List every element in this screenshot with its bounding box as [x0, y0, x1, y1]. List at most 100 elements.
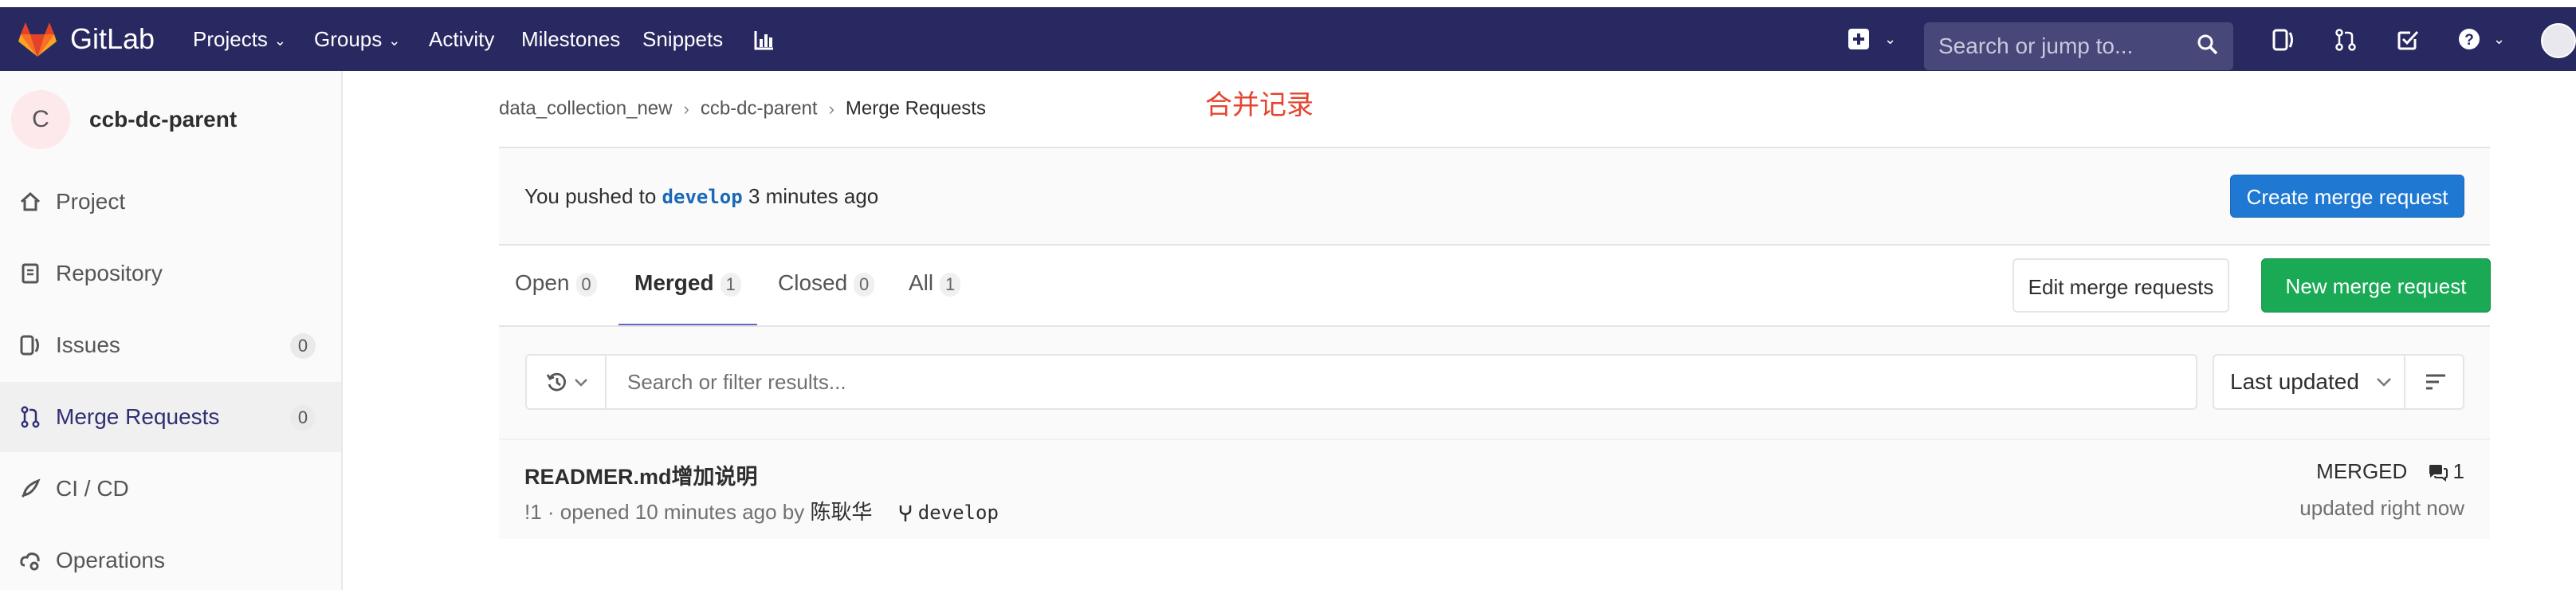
count-badge: 0 [290, 405, 316, 431]
gitlab-logo-icon[interactable] [18, 22, 57, 57]
filtered-search [525, 354, 2197, 410]
sidebar-item-label: Operations [56, 548, 165, 572]
merge-request-title[interactable]: READMER.md增加说明 [524, 459, 758, 490]
push-notice: You pushed to develop 3 minutes ago [499, 148, 2490, 244]
user-avatar[interactable] [2541, 23, 2576, 58]
sidebar-item-project[interactable]: Project [0, 167, 341, 237]
merge-request-status: MERGED 1 [2316, 459, 2464, 484]
issues-icon[interactable] [2272, 28, 2295, 52]
sidebar-item-label: CI / CD [56, 476, 129, 501]
tab-all[interactable]: All 1 [909, 247, 961, 327]
chevron-down-icon: ⌄ [388, 33, 401, 49]
sidebar-item-merge-requests[interactable]: Merge Requests 0 [0, 382, 341, 452]
tab-open[interactable]: Open 0 [515, 247, 597, 327]
push-prefix: You pushed to [524, 184, 657, 208]
global-search[interactable] [1924, 22, 2233, 70]
count-badge: 0 [290, 333, 316, 359]
top-navbar: GitLab Projects ⌄ Groups ⌄ Activity Milest… [0, 7, 2576, 71]
history-icon [546, 372, 566, 391]
nav-projects[interactable]: Projects ⌄ [193, 7, 286, 71]
count-badge: 1 [720, 272, 741, 297]
cloud-gear-icon [20, 553, 40, 571]
chevron-down-icon: ⌄ [273, 33, 287, 49]
nav-milestones[interactable]: Milestones [521, 7, 620, 71]
rocket-icon [21, 478, 41, 498]
filter-search-input[interactable] [608, 356, 2186, 408]
global-search-input[interactable] [1924, 22, 2187, 70]
sidebar-item-label: Project [56, 189, 126, 214]
help-icon: ? [2459, 29, 2480, 49]
sidebar-item-operations[interactable]: Operations [0, 525, 341, 590]
new-merge-request-button[interactable]: New merge request [2261, 258, 2491, 313]
book-icon [22, 263, 39, 284]
divider [499, 244, 2490, 246]
nav-projects-label: Projects [193, 27, 268, 51]
sort-lines-icon [2426, 374, 2445, 390]
tab-label: Closed [778, 270, 848, 295]
todo-check-icon[interactable] [2396, 28, 2420, 52]
nav-snippets[interactable]: Snippets [642, 7, 723, 71]
tab-label: Open [515, 270, 570, 295]
issues-icon [20, 335, 39, 356]
brand-name[interactable]: GitLab [70, 7, 155, 71]
comment-count[interactable]: 1 [2453, 459, 2464, 483]
sort-label: Last updated [2230, 369, 2359, 394]
project-avatar: C [11, 90, 70, 149]
comments-icon [2429, 465, 2448, 482]
merge-request-opened: · opened 10 minutes ago by [547, 500, 805, 524]
red-annotation: 合并记录 [1205, 90, 1314, 120]
breadcrumb-current[interactable]: Merge Requests [846, 98, 986, 120]
chevron-right-icon: › [828, 98, 834, 119]
merge-request-icon[interactable] [2334, 28, 2358, 52]
tab-label: All [909, 270, 934, 295]
sidebar-item-repository[interactable]: Repository [0, 238, 341, 309]
merge-request-icon [21, 406, 40, 428]
top-margin [0, 0, 2576, 7]
merge-request-branch[interactable]: develop [918, 502, 999, 524]
chevron-down-icon: ⌄ [1884, 31, 1897, 47]
push-time: 3 minutes ago [748, 184, 879, 208]
status-badge: MERGED [2316, 459, 2408, 483]
branch-fork-icon [899, 505, 911, 522]
count-badge: 0 [854, 272, 875, 297]
edit-merge-requests-button[interactable]: Edit merge requests [2012, 258, 2229, 313]
sidebar-item-issues[interactable]: Issues 0 [0, 310, 341, 380]
plus-square-icon [1848, 29, 1869, 49]
nav-groups[interactable]: Groups ⌄ [314, 7, 400, 71]
sidebar-item-label: Repository [56, 261, 163, 285]
breadcrumb-group[interactable]: data_collection_new [499, 98, 673, 120]
recent-searches-button[interactable] [527, 356, 607, 408]
merge-request-item[interactable]: READMER.md增加说明 !1 · opened 10 minutes ag… [499, 439, 2490, 539]
svg-text:?: ? [2464, 32, 2474, 49]
sidebar-item-label: Merge Requests [56, 404, 220, 429]
nav-activity[interactable]: Activity [429, 7, 494, 71]
sort-direction-button[interactable] [2404, 354, 2464, 410]
create-merge-request-button[interactable]: Create merge request [2230, 175, 2464, 218]
merge-request-ref[interactable]: !1 [524, 500, 542, 524]
chevron-down-icon [575, 379, 587, 387]
merge-request-author[interactable]: 陈耿华 [811, 500, 873, 524]
project-sidebar: C ccb-dc-parent Project Repository Issue… [0, 71, 343, 590]
sidebar-item-label: Issues [56, 332, 120, 357]
chevron-right-icon: › [683, 98, 689, 119]
push-branch[interactable]: develop [662, 186, 743, 208]
home-icon [20, 191, 41, 211]
tab-merged[interactable]: Merged 1 [618, 247, 757, 327]
sidebar-project-header[interactable]: C ccb-dc-parent [0, 71, 343, 167]
search-icon [2197, 34, 2218, 55]
breadcrumb: data_collection_new › ccb-dc-parent › Merge … [499, 97, 986, 120]
sort-dropdown[interactable]: Last updated [2213, 354, 2405, 410]
merge-request-updated: updated right now [2299, 496, 2464, 520]
tab-closed[interactable]: Closed 0 [778, 247, 875, 327]
count-badge: 0 [575, 272, 597, 297]
push-notice-text: You pushed to develop 3 minutes ago [524, 148, 878, 245]
merge-request-meta: !1 · opened 10 minutes ago by 陈耿华 develo… [524, 496, 999, 525]
breadcrumb-project[interactable]: ccb-dc-parent [701, 98, 818, 120]
chart-icon[interactable] [752, 28, 776, 52]
count-badge: 1 [940, 272, 961, 297]
chevron-down-icon [2377, 378, 2391, 387]
sidebar-item-ci-cd[interactable]: CI / CD [0, 454, 341, 524]
project-name: ccb-dc-parent [89, 107, 238, 132]
nav-groups-label: Groups [314, 27, 383, 51]
filter-bar: Last updated [499, 327, 2490, 439]
